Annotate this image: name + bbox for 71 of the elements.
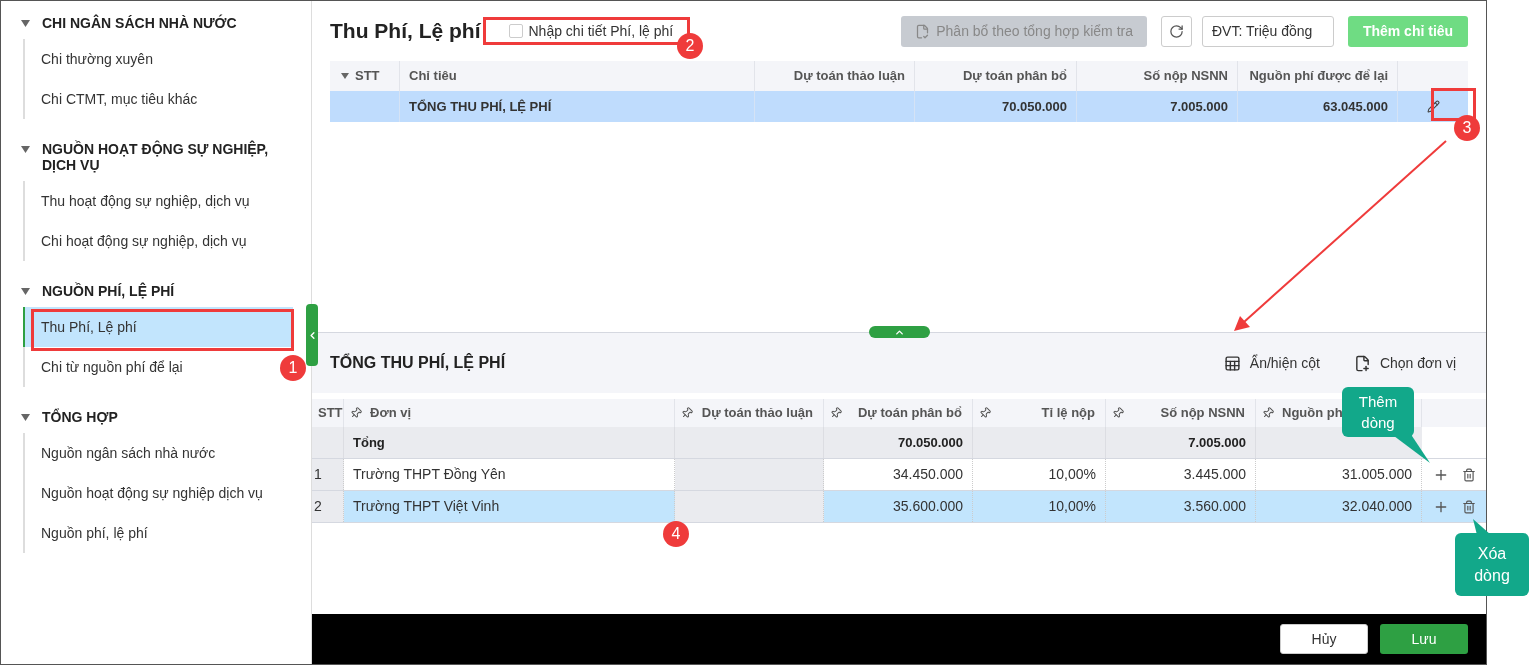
- group-heading: NGUỒN HOẠT ĐỘNG SỰ NGHIỆP, DỊCH VỤ: [42, 141, 270, 173]
- sidebar-item[interactable]: Nguồn ngân sách nhà nước: [23, 433, 224, 473]
- collapse-handle[interactable]: [306, 304, 318, 366]
- unit-field[interactable]: ĐVT: Triệu đồng: [1202, 15, 1334, 47]
- sidebar-item[interactable]: Nguồn phí, lệ phí: [23, 513, 156, 553]
- total-cell: Tổng: [344, 427, 675, 458]
- table-cell: 7.005.000: [1077, 91, 1238, 122]
- table-row[interactable]: 1 Trường THPT Đồng Yên 34.450.000 10,00% 3.445.000 31.005.000: [312, 459, 1486, 491]
- sort-caret-icon[interactable]: [341, 73, 349, 79]
- column-header: Đơn vị: [370, 404, 412, 423]
- table-cell: 2: [312, 491, 344, 522]
- table-cell: 70.050.000: [915, 91, 1077, 122]
- document-check-icon: [915, 23, 931, 39]
- column-header: Dự toán thảo luận: [701, 404, 813, 423]
- callout-number: 4: [663, 521, 689, 547]
- group-heading: TỔNG HỢP: [42, 409, 118, 425]
- column-header: STT: [318, 404, 343, 423]
- column-header: Nguồn phí được để lại: [1249, 67, 1388, 86]
- column-header: Nguồn ph: [1282, 404, 1343, 423]
- group-heading: NGUỒN PHÍ, LỆ PHÍ: [42, 283, 175, 299]
- table-cell: 34.450.000: [824, 459, 973, 490]
- column-header: Số nộp NSNN: [1160, 404, 1245, 423]
- sidebar-item[interactable]: Chi hoạt động sự nghiệp, dịch vụ: [23, 221, 255, 261]
- edit-icon[interactable]: [1426, 100, 1440, 113]
- toolbar-button[interactable]: Ẩn/hiện cột: [1223, 352, 1320, 374]
- total-cell: 7.005.000: [1106, 427, 1256, 458]
- detail-checkbox[interactable]: Nhập chi tiết Phí, lệ phí: [508, 20, 674, 42]
- table-cell: 63.045.000: [1238, 91, 1398, 122]
- page-title: Thu Phí, Lệ phí: [330, 18, 481, 45]
- delete-icon[interactable]: [1462, 467, 1477, 482]
- table-cell: TỔNG THU PHÍ, LỆ PHÍ: [400, 91, 755, 122]
- table-cell: 31.005.000: [1256, 459, 1422, 490]
- caret-icon[interactable]: [21, 288, 30, 295]
- total-cell: 70.050.000: [824, 427, 973, 458]
- table-cell: 1: [312, 459, 344, 490]
- sidebar-item[interactable]: Chi từ nguồn phí để lại: [23, 347, 191, 387]
- sidebar-item[interactable]: Chi thường xuyên: [23, 39, 161, 79]
- delete-icon[interactable]: [1462, 499, 1477, 514]
- table-cell: 10,00%: [973, 459, 1106, 490]
- caret-icon[interactable]: [21, 414, 30, 421]
- refresh-button[interactable]: [1161, 15, 1192, 47]
- table-cell: 3.445.000: [1106, 459, 1256, 490]
- column-header: Tỉ lệ nộp: [1041, 404, 1095, 423]
- column-header: Dự toán phân bổ: [963, 67, 1067, 86]
- sidebar-item[interactable]: Nguồn hoạt động sự nghiệp dịch vụ: [23, 473, 271, 513]
- toolbar-button[interactable]: Chọn đơn vị: [1353, 352, 1456, 374]
- table-row[interactable]: 2 Trường THPT Việt Vinh 35.600.000 10,00% 3.560.000 32.040.000: [312, 491, 1486, 523]
- table-cell: 32.040.000: [1256, 491, 1422, 522]
- sidebar-item[interactable]: Chi CTMT, mục tiêu khác: [23, 79, 206, 119]
- column-header: Chỉ tiêu: [409, 67, 457, 86]
- table-cell: 10,00%: [973, 491, 1106, 522]
- group-heading: CHI NGÂN SÁCH NHÀ NƯỚC: [42, 15, 237, 31]
- column-header: STT: [355, 67, 380, 86]
- document-plus-icon: [1353, 354, 1371, 372]
- caret-icon[interactable]: [21, 146, 30, 153]
- caret-icon[interactable]: [21, 20, 30, 27]
- callout-number: 3: [1454, 115, 1480, 141]
- column-header: Dự toán phân bổ: [858, 404, 962, 423]
- sidebar-item[interactable]: Thu hoạt động sự nghiệp, dịch vụ: [23, 181, 258, 221]
- refresh-icon: [1169, 23, 1184, 39]
- column-header: Dự toán thảo luận: [793, 67, 905, 86]
- table-cell: 3.560.000: [1106, 491, 1256, 522]
- cancel-button[interactable]: Hủy: [1280, 624, 1368, 654]
- splitter-handle[interactable]: [869, 326, 930, 338]
- table-row[interactable]: TỔNG THU PHÍ, LỆ PHÍ 70.050.000 7.005.000 63.045.000: [330, 91, 1468, 122]
- detail-title: TỔNG THU PHÍ, LỆ PHÍ: [330, 352, 506, 373]
- callout-number: 2: [677, 33, 703, 59]
- table-cell: 35.600.000: [824, 491, 973, 522]
- table-settings-icon: [1223, 354, 1241, 372]
- callout-number: 1: [280, 355, 306, 381]
- column-header: Số nộp NSNN: [1143, 67, 1228, 86]
